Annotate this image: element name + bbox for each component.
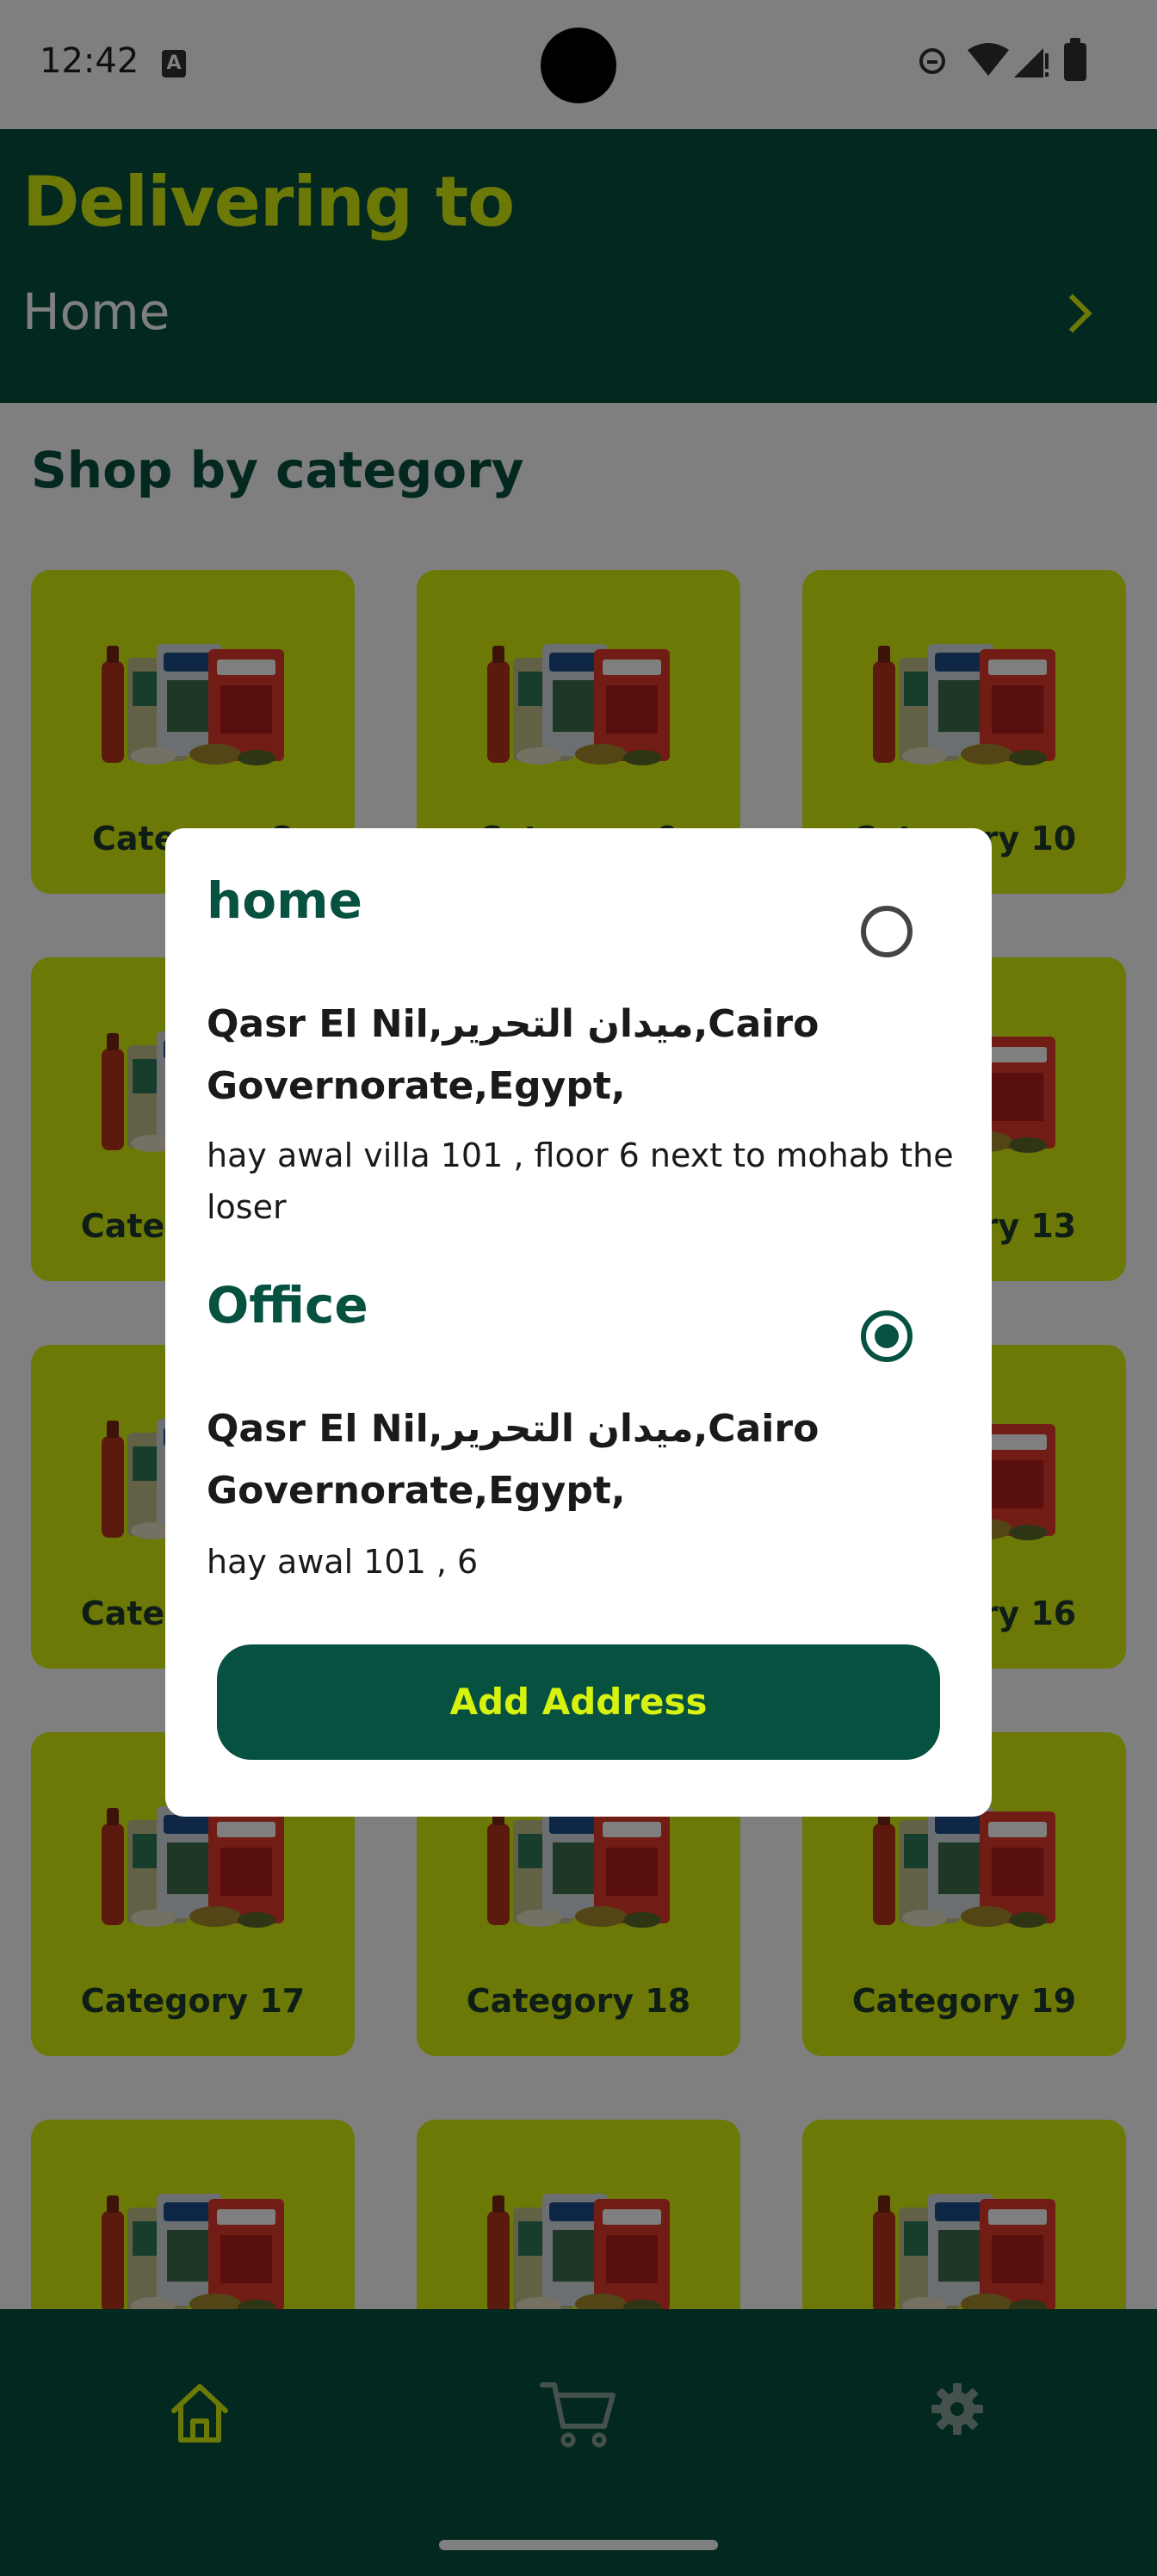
address-detail-home: hay awal villa 101 , floor 6 next to moh… — [207, 1136, 954, 1226]
address-picker-dialog: home Qasr El Nil,ميدان التحرير,Cairo Gov… — [165, 828, 992, 1817]
address-line-home: Qasr El Nil,ميدان التحرير,Cairo Governor… — [207, 1002, 820, 1108]
address-name-home[interactable]: home — [207, 871, 362, 930]
address-name-office[interactable]: Office — [207, 1276, 368, 1334]
radio-office[interactable] — [861, 1310, 913, 1362]
radio-home[interactable] — [861, 906, 913, 957]
address-detail-office: hay awal 101 , 6 — [207, 1543, 479, 1581]
add-address-button[interactable]: Add Address — [217, 1644, 940, 1760]
address-line-office: Qasr El Nil,ميدان التحرير,Cairo Governor… — [207, 1407, 820, 1513]
